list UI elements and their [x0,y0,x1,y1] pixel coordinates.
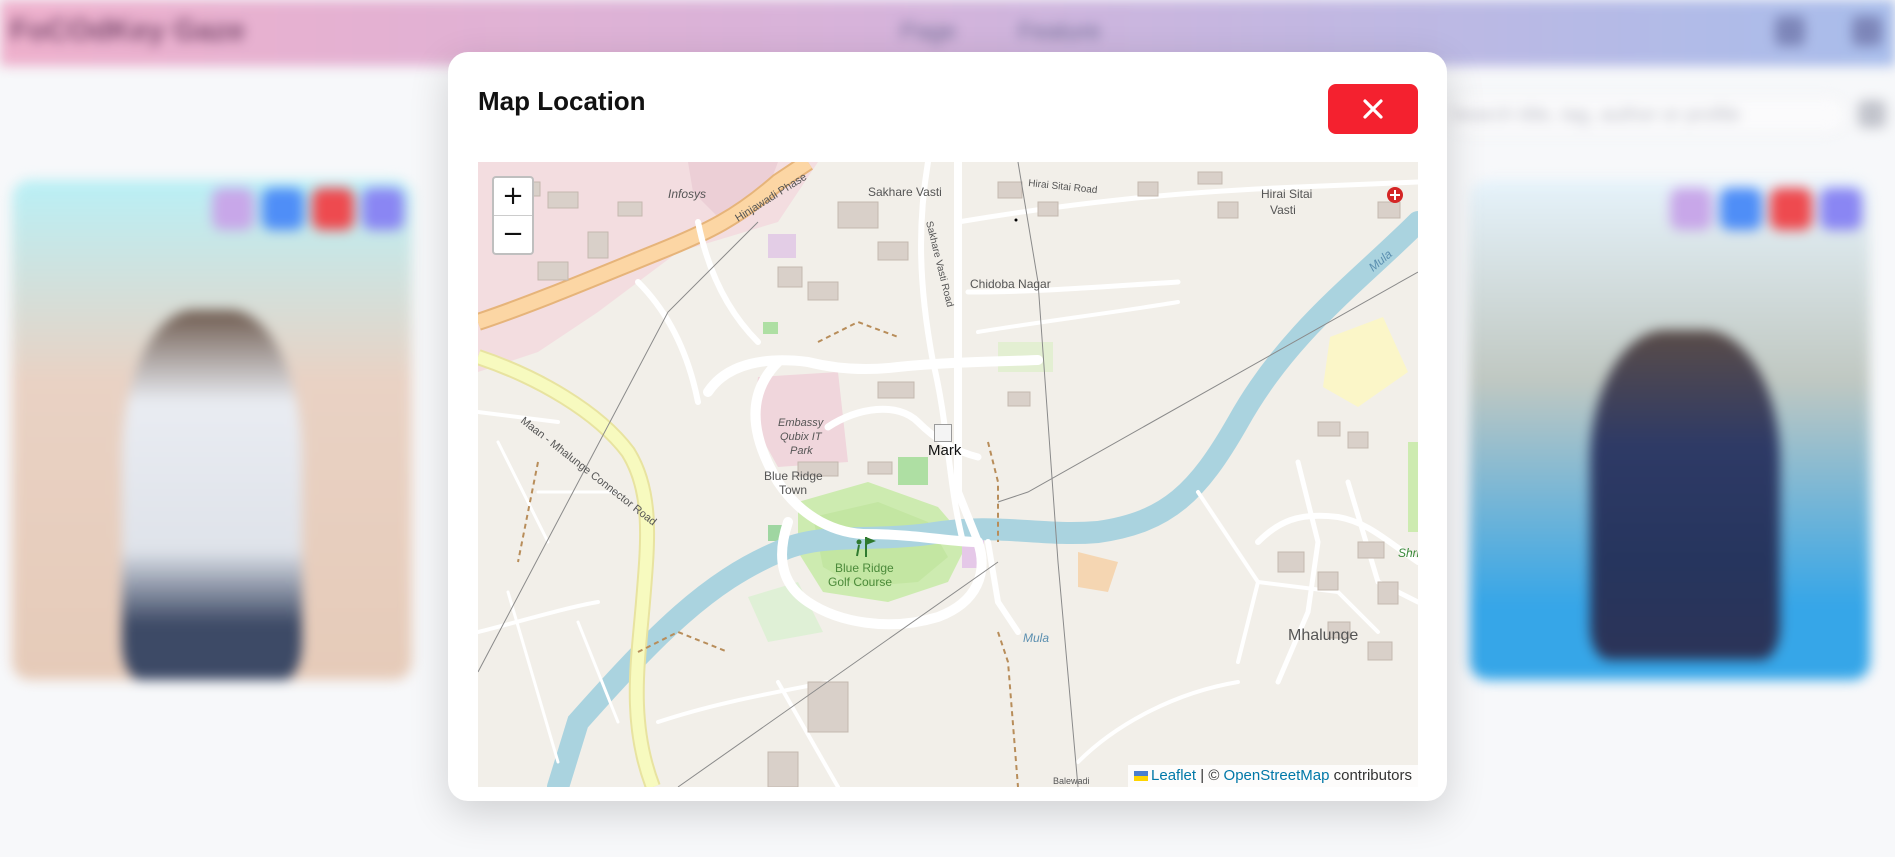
map-label-infosys: Infosys [668,187,706,201]
chip-icon[interactable] [1720,188,1762,230]
map-label-golf-line2: Golf Course [828,575,892,589]
modal-title: Map Location [478,86,646,116]
hospital-icon [1387,187,1403,203]
map-tiles[interactable]: Infosys Hinjawadi Phase Sakhare Vasti Hi… [478,162,1418,787]
map-attribution: Leaflet | © OpenStreetMap contributors [1128,765,1418,787]
search-icon[interactable] [1858,100,1886,128]
map-view[interactable]: Infosys Hinjawadi Phase Sakhare Vasti Hi… [478,162,1418,787]
nav-link-page[interactable]: Page [900,18,956,46]
marker-alt-text: Mark [928,442,962,459]
zoom-control: + − [492,176,534,255]
chip-icon[interactable] [312,188,354,230]
attribution-separator: | © [1200,767,1220,784]
map-label-embassy-line1: Embassy [778,417,825,429]
user-icon[interactable] [1775,16,1805,46]
attribution-suffix: contributors [1333,767,1412,784]
chip-icon[interactable] [1820,188,1862,230]
map-location-modal: Map Location Infosys Hinjawadi Phase Sak… [448,52,1447,801]
zoom-out-button[interactable]: − [494,216,532,253]
map-label-blue-ridge-town-line2: Town [779,483,807,497]
map-label-hirai-sitai-vasti-line2: Vasti [1270,203,1296,217]
map-label-chidoba-nagar: Chidoba Nagar [970,277,1051,291]
map-label-embassy-line3: Park [790,445,813,457]
map-label-balewadi: Balewadi [1053,776,1090,786]
close-button[interactable] [1328,84,1418,134]
openstreetmap-link[interactable]: OpenStreetMap [1224,767,1330,784]
zoom-in-button[interactable]: + [494,178,532,216]
search-placeholder: Search title, tag, author or profile [1450,104,1741,126]
photo-subject [1590,330,1780,660]
settings-icon[interactable] [1852,16,1882,46]
leaflet-link[interactable]: Leaflet [1151,767,1196,784]
map-label-mula-river-2: Mula [1023,631,1049,645]
broken-image-icon [934,424,952,442]
nav-link-feature[interactable]: Feature [1018,18,1101,46]
map-label-shri: Shri [1398,546,1418,560]
chip-icon[interactable] [1770,188,1812,230]
brand-logo-text[interactable]: FoCOdKey Gaze [10,14,245,48]
post-card[interactable] [1470,180,1870,680]
chip-icon[interactable] [212,188,254,230]
post-card[interactable] [12,180,412,680]
map-label-mhalunge: Mhalunge [1288,627,1358,644]
chip-icon[interactable] [1670,188,1712,230]
map-label-sakhare-vasti: Sakhare Vasti [868,185,942,199]
chip-icon[interactable] [362,188,404,230]
photo-subject [122,310,302,680]
map-label-blue-ridge-town-line1: Blue Ridge [764,469,823,483]
map-label-hirai-sitai-vasti-line1: Hirai Sitai [1261,187,1312,201]
map-label-embassy-line2: Qubix IT [780,431,823,443]
ukraine-flag-icon [1134,771,1149,782]
map-label-golf-line1: Blue Ridge [835,561,894,575]
location-marker[interactable]: Mark [928,424,966,464]
close-icon [1363,99,1383,119]
chip-icon[interactable] [262,188,304,230]
